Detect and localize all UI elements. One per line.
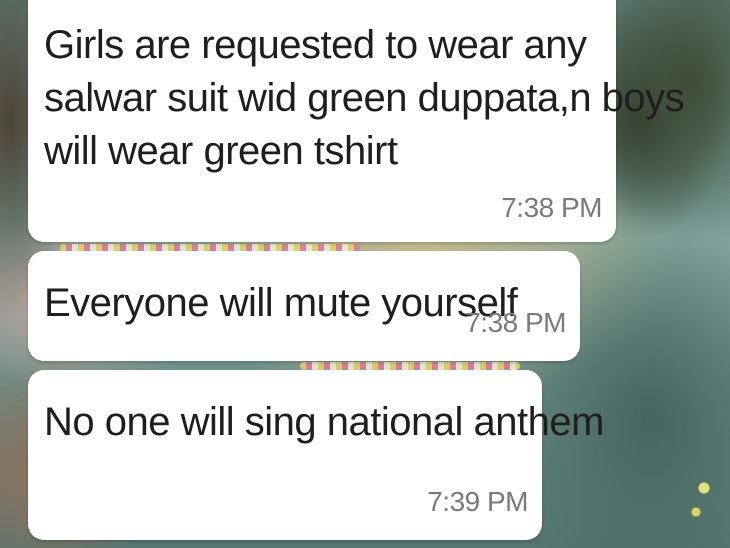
message-line: will wear green tshirt: [44, 129, 398, 173]
message-bubble[interactable]: No one will sing national anthem 7:39 PM: [28, 370, 604, 540]
message-timestamp: 7:38 PM: [501, 192, 602, 223]
message-timestamp: 7:39 PM: [427, 486, 528, 517]
message-line: Girls are requested to wear any: [44, 23, 587, 67]
message-bubble[interactable]: Everyone will mute yourself 7:38 PM: [28, 251, 580, 361]
message-bubble[interactable]: Girls are requested to wear any salwar s…: [28, 0, 685, 242]
message-text: Girls are requested to wear any salwar s…: [44, 19, 685, 178]
message-text: No one will sing national anthem: [44, 396, 604, 449]
message-line: Everyone will mute yourself: [44, 281, 518, 325]
message-timestamp: 7:38 PM: [465, 307, 566, 338]
message-line: No one will sing national anthem: [44, 400, 604, 444]
message-line: salwar suit wid green duppata,n boys: [44, 76, 685, 120]
message-text: Everyone will mute yourself: [44, 277, 518, 330]
chat-message-list[interactable]: Girls are requested to wear any salwar s…: [0, 0, 730, 548]
